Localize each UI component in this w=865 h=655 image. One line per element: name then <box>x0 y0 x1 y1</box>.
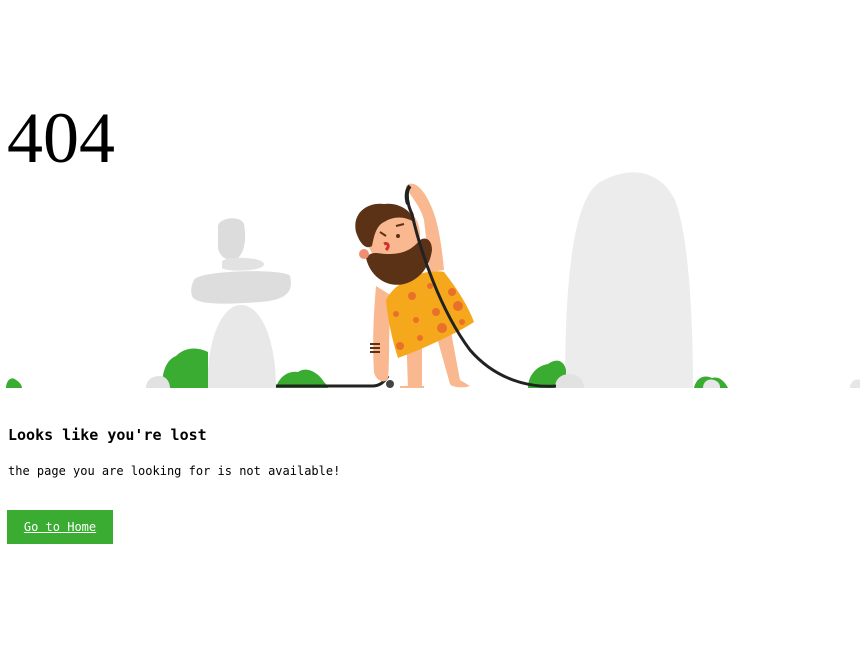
stone-flat <box>191 271 291 304</box>
error-message: the page you are looking for is not avai… <box>8 464 341 478</box>
tall-rock <box>565 172 693 388</box>
stone-small <box>222 257 264 271</box>
stone-top <box>217 218 246 260</box>
stone-base <box>207 304 276 388</box>
error-code: 404 <box>7 98 115 178</box>
bush-left <box>162 348 208 388</box>
error-headline: Looks like you're lost <box>8 426 207 444</box>
bush-far-left <box>6 378 22 388</box>
caveman-illustration <box>0 172 865 390</box>
go-home-button[interactable]: Go to Home <box>7 510 113 544</box>
